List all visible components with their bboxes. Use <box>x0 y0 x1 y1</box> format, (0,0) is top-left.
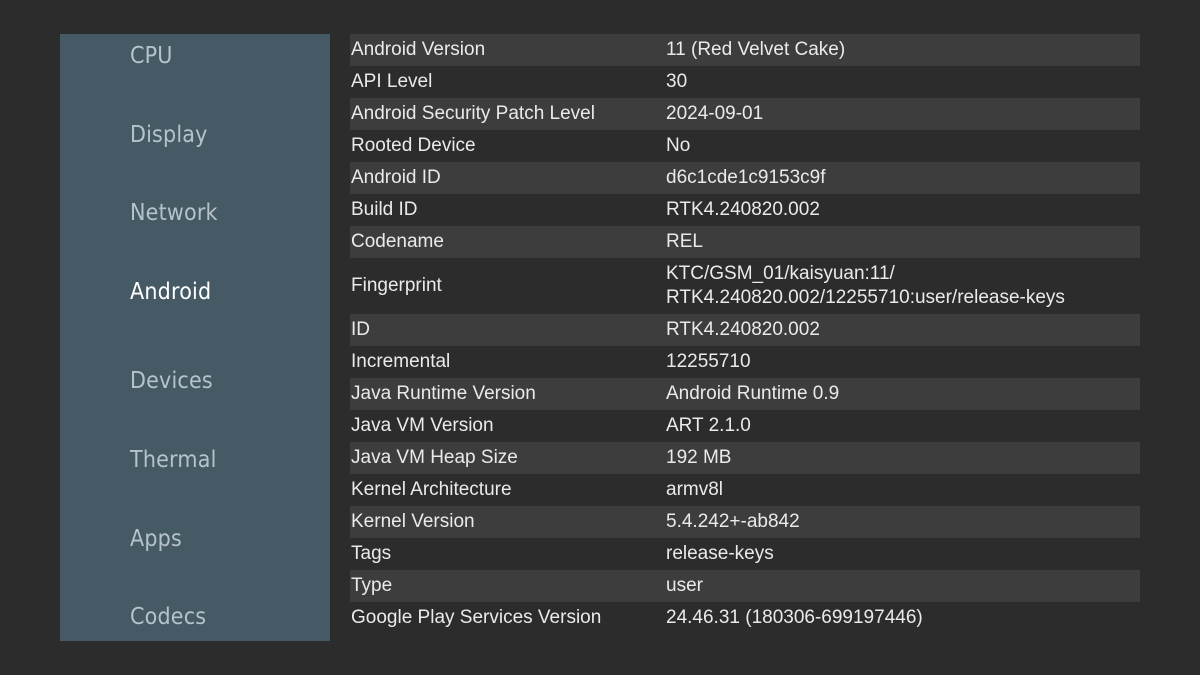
row-label: Android Version <box>351 39 486 60</box>
row-label: ID <box>351 319 370 340</box>
row-value: 192 MB <box>666 447 732 468</box>
table-row: Google Play Services Version 24.46.31 (1… <box>350 602 1140 634</box>
table-row: Codename REL <box>350 226 1140 258</box>
table-row: Android Security Patch Level 2024-09-01 <box>350 98 1140 130</box>
row-value: 11 (Red Velvet Cake) <box>666 39 846 60</box>
table-row: Kernel Architecture armv8l <box>350 474 1140 506</box>
sidebar-item-android[interactable]: Android <box>130 279 211 305</box>
row-value: RTK4.240820.002 <box>666 319 820 340</box>
row-label: Build ID <box>351 199 418 220</box>
table-row: Java VM Version ART 2.1.0 <box>350 410 1140 442</box>
row-label: Java VM Heap Size <box>351 447 518 468</box>
sidebar-item-devices[interactable]: Devices <box>130 368 213 394</box>
table-row: Fingerprint KTC/GSM_01/kaisyuan:11/ RTK4… <box>350 258 1140 314</box>
row-label: Type <box>351 575 393 596</box>
row-value: armv8l <box>666 479 724 500</box>
sidebar: CPU Display Network Android Devices Ther… <box>60 34 330 641</box>
row-value: ART 2.1.0 <box>666 415 751 436</box>
table-row: API Level 30 <box>350 66 1140 98</box>
row-value: user <box>666 575 703 596</box>
row-label: Incremental <box>351 351 451 372</box>
table-row: Android Version 11 (Red Velvet Cake) <box>350 34 1140 66</box>
sidebar-item-codecs[interactable]: Codecs <box>130 604 206 630</box>
sidebar-item-network[interactable]: Network <box>130 200 218 226</box>
row-label: Kernel Architecture <box>351 479 512 500</box>
row-value: RTK4.240820.002 <box>666 199 820 220</box>
row-label: Android Security Patch Level <box>351 103 595 124</box>
table-row: Kernel Version 5.4.242+-ab842 <box>350 506 1140 538</box>
table-row: Build ID RTK4.240820.002 <box>350 194 1140 226</box>
table-row: Rooted Device No <box>350 130 1140 162</box>
row-value: 12255710 <box>666 351 751 372</box>
row-value: release-keys <box>666 543 774 564</box>
table-row: Java VM Heap Size 192 MB <box>350 442 1140 474</box>
sidebar-item-apps[interactable]: Apps <box>130 526 182 552</box>
row-value: 5.4.242+-ab842 <box>666 511 800 532</box>
row-value: 24.46.31 (180306-699197446) <box>666 607 923 628</box>
row-label: Google Play Services Version <box>351 607 602 628</box>
row-value: 30 <box>666 71 688 92</box>
row-value: No <box>666 135 691 156</box>
row-value: REL <box>666 231 703 252</box>
sidebar-item-cpu[interactable]: CPU <box>130 43 173 69</box>
android-info-table[interactable]: Android Version 11 (Red Velvet Cake) API… <box>350 34 1140 641</box>
row-value: d6c1cde1c9153c9f <box>666 167 826 188</box>
table-row: Incremental 12255710 <box>350 346 1140 378</box>
row-value: 2024-09-01 <box>666 103 764 124</box>
row-label: Fingerprint <box>351 275 442 296</box>
row-label: Codename <box>351 231 444 252</box>
table-row: Android ID d6c1cde1c9153c9f <box>350 162 1140 194</box>
table-row: Type user <box>350 570 1140 602</box>
row-label: Tags <box>351 543 392 564</box>
sidebar-item-thermal[interactable]: Thermal <box>130 447 217 473</box>
row-value: KTC/GSM_01/kaisyuan:11/ RTK4.240820.002/… <box>666 263 1065 308</box>
table-row: Java Runtime Version Android Runtime 0.9 <box>350 378 1140 410</box>
table-row: ID RTK4.240820.002 <box>350 314 1140 346</box>
row-label: Android ID <box>351 167 441 188</box>
row-value: Android Runtime 0.9 <box>666 383 840 404</box>
row-label: Java Runtime Version <box>351 383 536 404</box>
sidebar-item-display[interactable]: Display <box>130 122 208 148</box>
row-label: Java VM Version <box>351 415 494 436</box>
row-label: Kernel Version <box>351 511 475 532</box>
row-label: Rooted Device <box>351 135 476 156</box>
row-label: API Level <box>351 71 433 92</box>
table-row: Tags release-keys <box>350 538 1140 570</box>
